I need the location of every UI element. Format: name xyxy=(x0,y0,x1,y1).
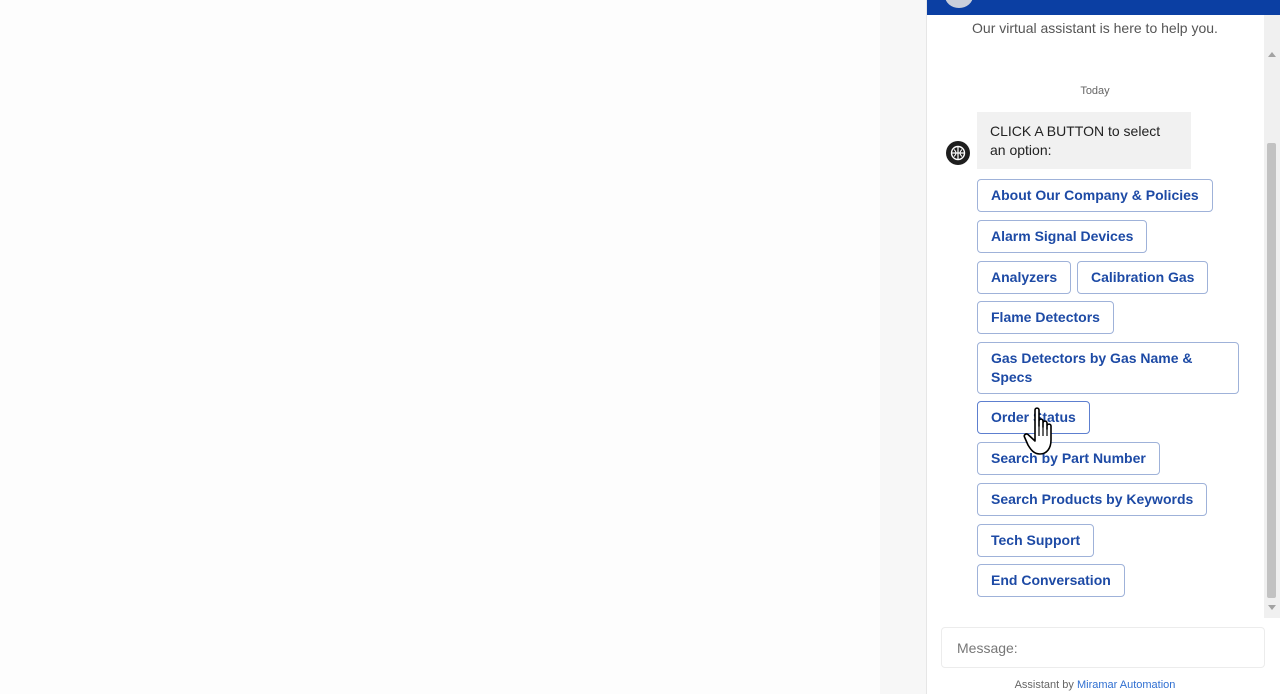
option-analyzers-button[interactable]: Analyzers xyxy=(977,261,1072,294)
option-about-company-button[interactable]: About Our Company & Policies xyxy=(977,179,1213,212)
option-tech-support-button[interactable]: Tech Support xyxy=(977,524,1095,557)
scroll-up-arrow-icon[interactable] xyxy=(1268,52,1276,57)
scroll-down-arrow-icon[interactable] xyxy=(1268,605,1276,610)
option-order-status-button[interactable]: Order Status xyxy=(977,401,1090,434)
chat-scrollbar[interactable] xyxy=(1264,15,1280,618)
option-gas-detectors-button[interactable]: Gas Detectors by Gas Name & Specs xyxy=(977,342,1239,394)
footer-prefix: Assistant by xyxy=(1014,679,1074,691)
option-search-keywords-button[interactable]: Search Products by Keywords xyxy=(977,483,1208,516)
option-alarm-signal-devices-button[interactable]: Alarm Signal Devices xyxy=(977,220,1148,253)
chat-subtitle: Our virtual assistant is here to help yo… xyxy=(972,20,1218,36)
option-end-conversation-button[interactable]: End Conversation xyxy=(977,564,1125,597)
option-flame-detectors-button[interactable]: Flame Detectors xyxy=(977,301,1114,334)
bot-message-bubble: CLICK A BUTTON to select an option: xyxy=(977,112,1191,169)
scroll-thumb[interactable] xyxy=(1267,143,1276,598)
option-search-part-number-button[interactable]: Search by Part Number xyxy=(977,442,1160,475)
footer-link[interactable]: Miramar Automation xyxy=(1077,679,1175,691)
header-avatar xyxy=(945,0,973,8)
chat-footer: Assistant by Miramar Automation xyxy=(927,679,1263,691)
option-calibration-gas-button[interactable]: Calibration Gas xyxy=(1077,261,1209,294)
day-separator: Today xyxy=(1080,85,1110,97)
chat-widget: Our virtual assistant is here to help yo… xyxy=(926,0,1280,694)
page-side-gap xyxy=(880,0,926,694)
bot-logo-glyph-icon xyxy=(950,145,966,161)
message-input[interactable] xyxy=(941,627,1265,668)
page-background xyxy=(0,0,880,694)
chat-header xyxy=(927,0,1280,15)
bot-logo-icon xyxy=(946,141,970,165)
